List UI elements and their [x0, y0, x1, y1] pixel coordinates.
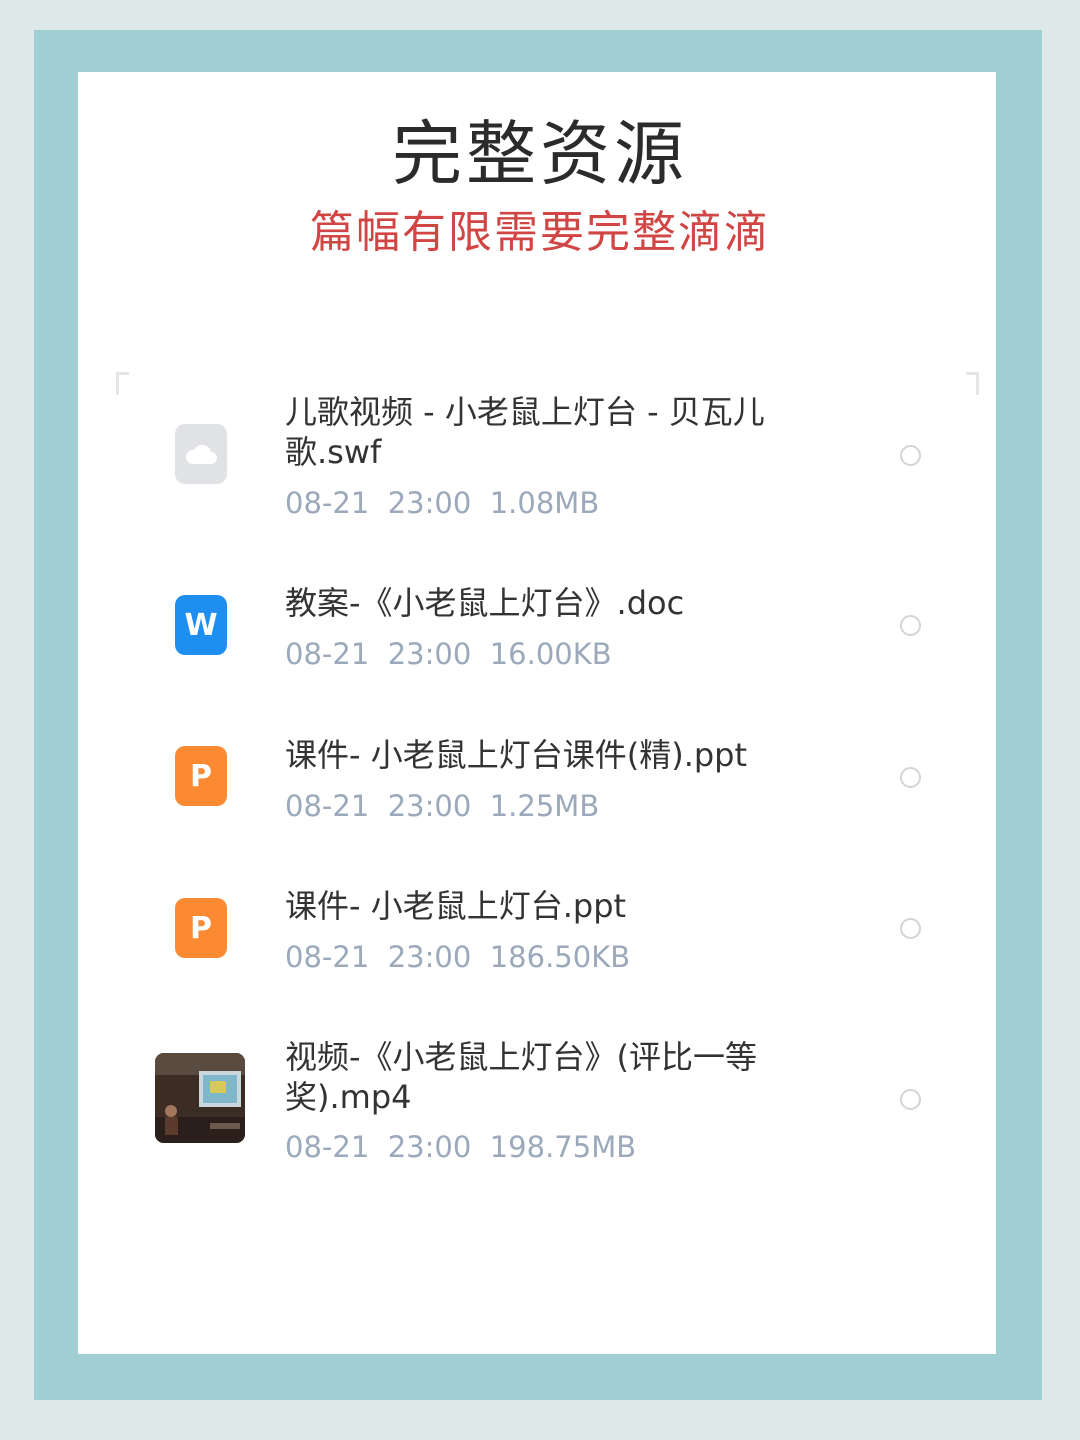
powerpoint-icon: P [175, 898, 227, 958]
file-time: 23:00 [387, 637, 472, 671]
file-time: 23:00 [387, 486, 472, 520]
select-radio[interactable] [900, 615, 921, 636]
file-size: 1.25MB [489, 789, 600, 823]
file-row[interactable]: P 课件- 小老鼠上灯台.ppt 08-21 23:00 186.50KB [150, 883, 940, 983]
file-time: 23:00 [387, 789, 472, 823]
file-row[interactable]: P 课件- 小老鼠上灯台课件(精).ppt 08-21 23:00 1.25MB [150, 732, 940, 832]
file-size: 198.75MB [489, 1130, 637, 1164]
file-name: 课件- 小老鼠上灯台课件(精).ppt [285, 736, 748, 774]
file-row[interactable]: W 教案-《小老鼠上灯台》.doc 08-21 23:00 16.00KB [150, 580, 940, 680]
file-meta: 08-21 23:00 1.08MB [285, 485, 599, 521]
file-name: 儿歌视频 - 小老鼠上灯台 - 贝瓦儿歌.swf [285, 393, 765, 471]
file-date: 08-21 [285, 789, 370, 823]
word-doc-icon: W [175, 595, 227, 655]
file-date: 08-21 [285, 637, 370, 671]
file-size: 186.50KB [489, 940, 631, 974]
file-meta: 08-21 23:00 16.00KB [285, 636, 612, 672]
select-radio[interactable] [900, 445, 921, 466]
list-corner-right [966, 372, 979, 395]
file-name: 课件- 小老鼠上灯台.ppt [285, 887, 627, 925]
ppt-icon-letter: P [190, 910, 212, 946]
file-size: 16.00KB [489, 637, 612, 671]
file-time: 23:00 [387, 1130, 472, 1164]
select-radio[interactable] [900, 767, 921, 788]
word-icon-letter: W [184, 607, 218, 643]
list-corner-left [116, 372, 129, 395]
file-date: 08-21 [285, 1130, 370, 1164]
file-date: 08-21 [285, 940, 370, 974]
ppt-icon-letter: P [190, 758, 212, 794]
file-name: 教案-《小老鼠上灯台》.doc [285, 584, 685, 622]
file-size: 1.08MB [489, 486, 600, 520]
select-radio[interactable] [900, 918, 921, 939]
file-name: 视频-《小老鼠上灯台》(评比一等奖).mp4 [285, 1038, 758, 1116]
powerpoint-icon: P [175, 746, 227, 806]
file-date: 08-21 [285, 486, 370, 520]
file-row[interactable]: 儿歌视频 - 小老鼠上灯台 - 贝瓦儿歌.swf 08-21 23:00 1.0… [150, 390, 940, 520]
file-row[interactable]: 视频-《小老鼠上灯台》(评比一等奖).mp4 08-21 23:00 198.7… [150, 1035, 940, 1175]
cloud-file-icon [175, 424, 227, 484]
file-meta: 08-21 23:00 198.75MB [285, 1129, 636, 1165]
file-meta: 08-21 23:00 1.25MB [285, 788, 599, 824]
file-meta: 08-21 23:00 186.50KB [285, 939, 630, 975]
select-radio[interactable] [900, 1089, 921, 1110]
video-thumbnail [155, 1053, 245, 1143]
page-subtitle: 篇幅有限需要完整滴滴 [310, 207, 770, 258]
page-title: 完整资源 [392, 113, 688, 195]
file-time: 23:00 [387, 940, 472, 974]
